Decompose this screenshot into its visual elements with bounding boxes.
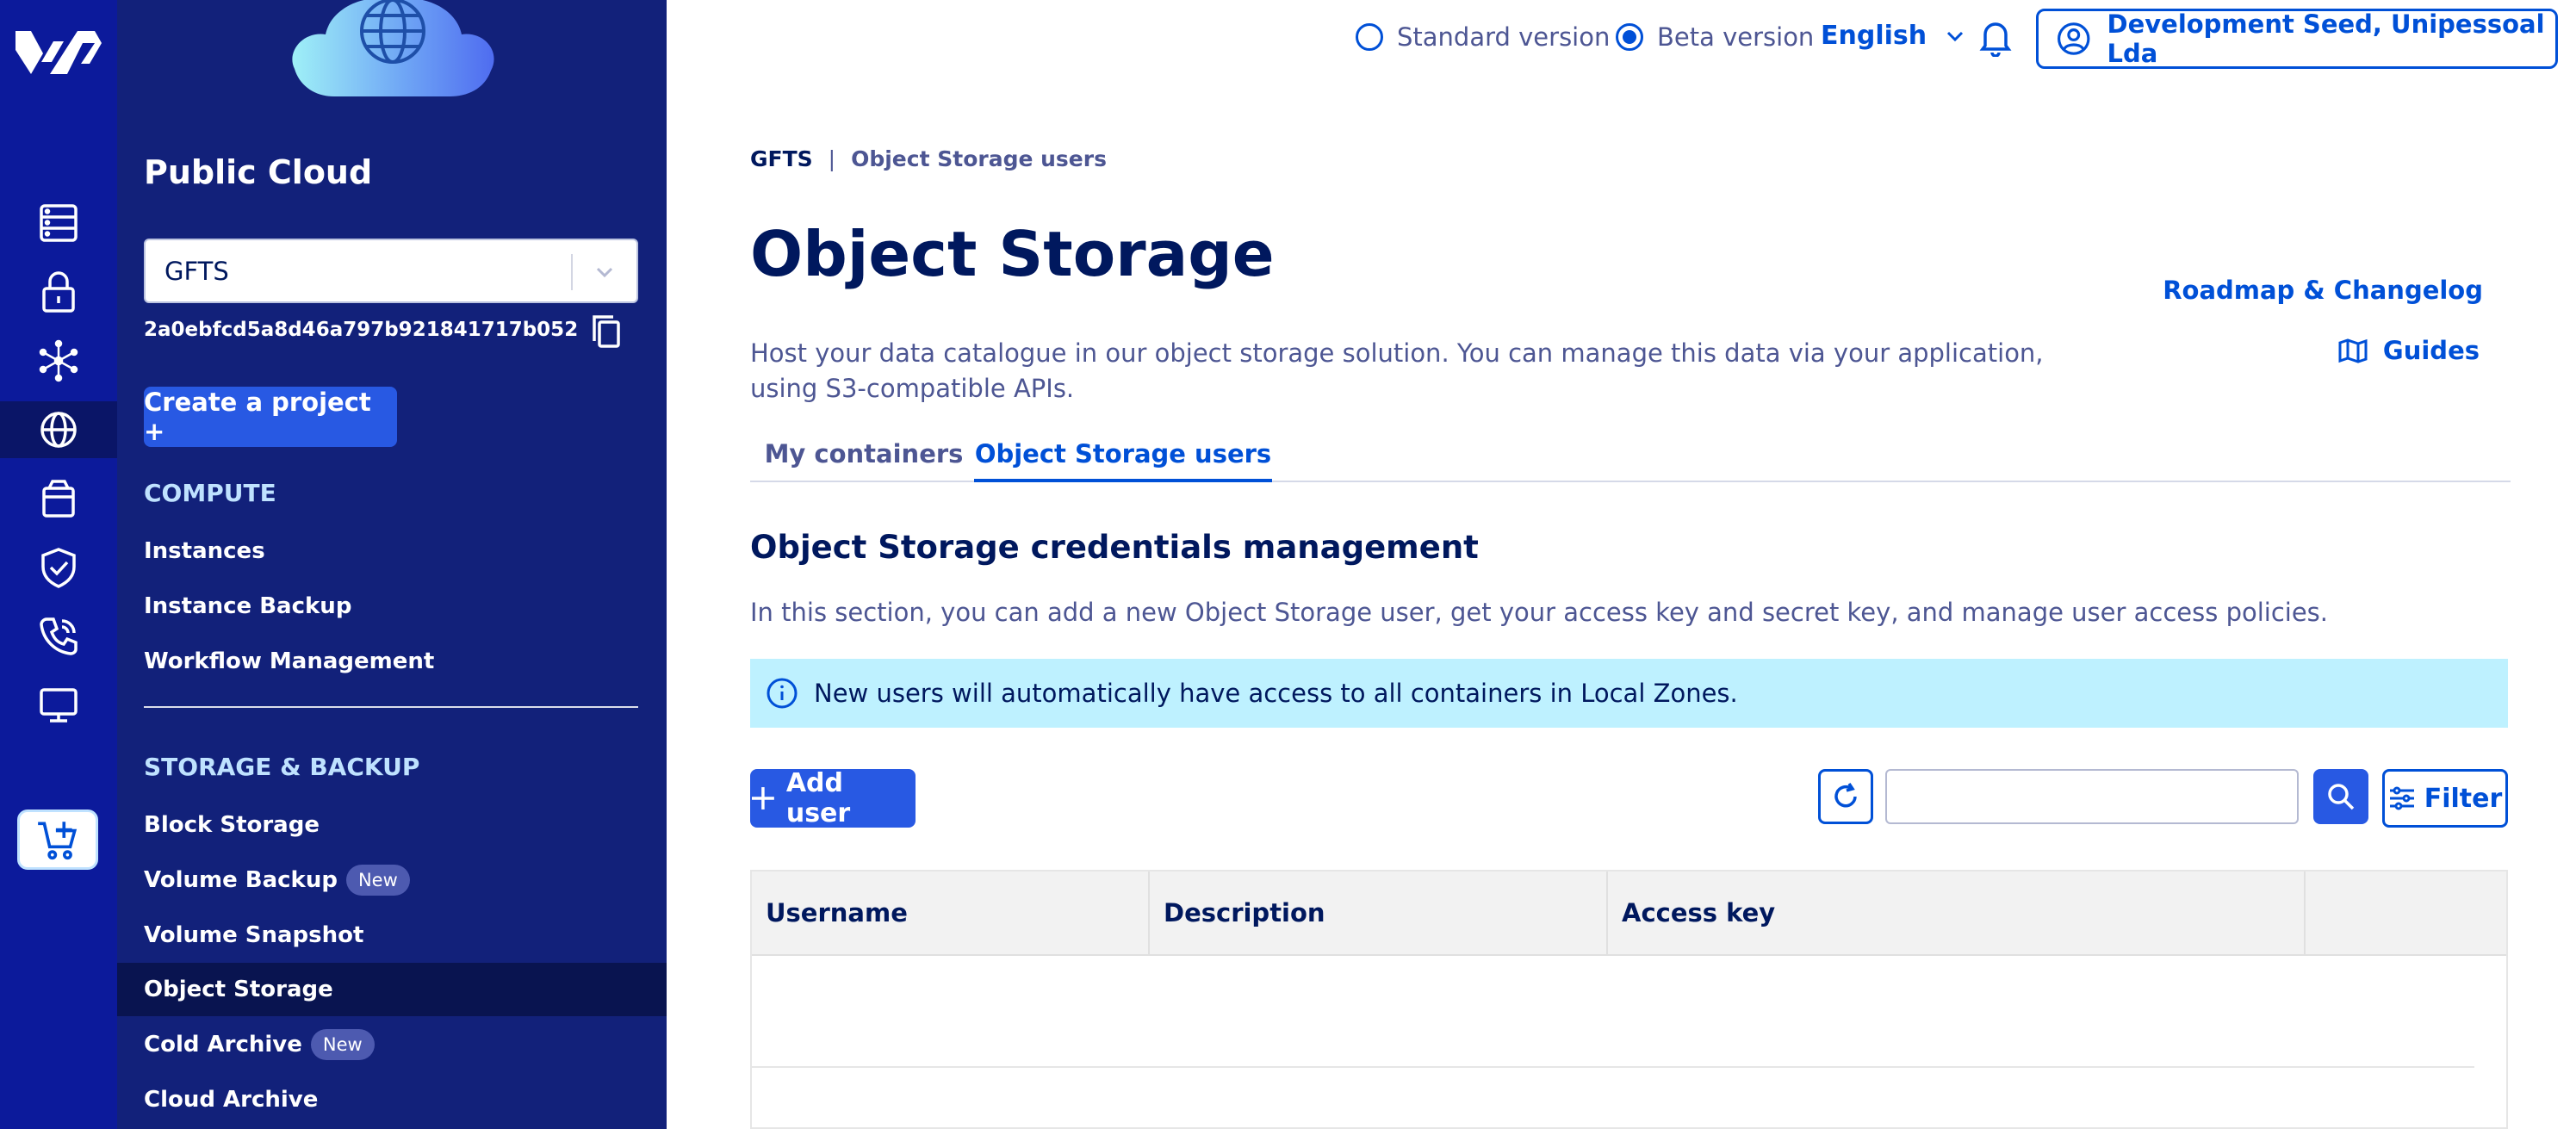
lock-icon bbox=[42, 271, 75, 313]
monitor-icon bbox=[40, 688, 78, 723]
create-project-button[interactable]: Create a project + bbox=[144, 387, 397, 447]
table-row-divider bbox=[752, 1066, 2474, 1068]
section-description: In this section, you can add a new Objec… bbox=[750, 598, 2329, 627]
rail-item-telecom[interactable] bbox=[0, 608, 117, 665]
project-select[interactable]: GFTS bbox=[144, 239, 638, 303]
tab-my-containers[interactable]: My containers bbox=[750, 439, 978, 482]
project-select-value: GFTS bbox=[164, 256, 229, 286]
sidebar-section-compute: COMPUTE bbox=[144, 479, 276, 507]
rail-item-lock[interactable] bbox=[0, 264, 117, 320]
copy-icon[interactable] bbox=[589, 313, 624, 350]
tab-bar: My containers Object Storage users bbox=[750, 439, 2511, 482]
sidebar-item-block-storage[interactable]: Block Storage bbox=[117, 798, 667, 852]
page-title: Object Storage bbox=[750, 218, 1275, 290]
sidebar-title: Public Cloud bbox=[144, 153, 373, 191]
info-message: New users will automatically have access… bbox=[814, 679, 1738, 708]
add-user-label: Add user bbox=[785, 768, 851, 828]
breadcrumb-current: Object Storage users bbox=[851, 146, 1107, 171]
refresh-icon bbox=[1834, 783, 1857, 808]
rail-item-public-cloud[interactable] bbox=[0, 401, 117, 458]
shield-icon bbox=[41, 548, 76, 588]
sidebar-item-object-storage[interactable]: Object Storage bbox=[117, 963, 667, 1016]
users-table: Username Description Access key bbox=[750, 870, 2508, 1129]
globe-icon bbox=[40, 412, 77, 448]
package-icon bbox=[42, 480, 75, 518]
sidebar-item-label: Block Storage bbox=[144, 812, 320, 838]
sidebar-item-label: Object Storage bbox=[144, 977, 333, 1002]
sidebar-item-label: Cold Archive bbox=[144, 1032, 302, 1058]
sidebar-item-instance-backup[interactable]: Instance Backup bbox=[117, 580, 667, 633]
bare-metal-icon bbox=[40, 204, 78, 242]
filter-sliders-icon bbox=[2389, 786, 2414, 810]
section-title: Object Storage credentials management bbox=[750, 529, 1479, 566]
refresh-button[interactable] bbox=[1818, 769, 1873, 824]
project-id: 2a0ebfcd5a8d46a797b921841717b052 bbox=[144, 319, 579, 341]
chevron-down-icon bbox=[596, 267, 613, 278]
column-header-actions bbox=[2306, 872, 2506, 954]
guides-link[interactable]: Guides bbox=[2338, 336, 2480, 365]
table-header: Username Description Access key bbox=[752, 872, 2506, 956]
breadcrumb: GFTS | Object Storage users bbox=[750, 146, 1107, 171]
plus-icon bbox=[751, 787, 774, 810]
add-user-button[interactable]: Add user bbox=[750, 768, 916, 828]
main-content: GFTS | Object Storage users Object Stora… bbox=[750, 0, 2511, 1129]
tab-object-storage-users[interactable]: Object Storage users bbox=[974, 439, 1272, 482]
sidebar-item-label: Volume Snapshot bbox=[144, 922, 364, 948]
rail-item-hosted-private-cloud[interactable] bbox=[0, 677, 117, 734]
filter-button[interactable]: Filter bbox=[2382, 769, 2508, 828]
sidebar-item-label: Volume Backup bbox=[144, 867, 338, 893]
public-cloud-globe-icon bbox=[292, 0, 494, 96]
new-badge: New bbox=[345, 865, 410, 896]
column-header-access-key[interactable]: Access key bbox=[1608, 872, 2306, 954]
rail-item-network[interactable] bbox=[0, 332, 117, 389]
search-button[interactable] bbox=[2313, 769, 2368, 824]
rail-item-security[interactable] bbox=[0, 539, 117, 596]
page-description: Host your data catalogue in our object s… bbox=[750, 338, 2044, 403]
sidebar-item-cloud-archive[interactable]: Cloud Archive bbox=[117, 1073, 667, 1126]
sidebar-item-workflow-management[interactable]: Workflow Management bbox=[117, 635, 667, 688]
network-icon bbox=[39, 339, 78, 382]
sidebar-item-volume-snapshot[interactable]: Volume Snapshot bbox=[117, 909, 667, 962]
sidebar-item-instances[interactable]: Instances bbox=[117, 524, 667, 578]
info-banner: New users will automatically have access… bbox=[750, 659, 2508, 728]
sidebar-item-label: Instances bbox=[144, 538, 265, 564]
sidebar-item-label: Workflow Management bbox=[144, 648, 435, 674]
sidebar-section-storage: STORAGE & BACKUP bbox=[144, 753, 420, 781]
search-icon bbox=[2328, 784, 2355, 810]
sidebar: Public Cloud GFTS 2a0ebfcd5a8d46a797b921… bbox=[117, 0, 667, 1129]
sidebar-item-label: Cloud Archive bbox=[144, 1087, 319, 1113]
sidebar-item-volume-backup[interactable]: Volume Backup New bbox=[117, 853, 667, 907]
search-input[interactable] bbox=[1885, 769, 2299, 824]
cart-plus-icon bbox=[38, 822, 78, 860]
filter-label: Filter bbox=[2424, 783, 2503, 814]
phone-icon bbox=[40, 617, 78, 655]
breadcrumb-root-link[interactable]: GFTS bbox=[750, 146, 813, 171]
rail-item-bare-metal[interactable] bbox=[0, 195, 117, 251]
new-badge: New bbox=[310, 1029, 375, 1060]
sidebar-item-cold-archive[interactable]: Cold Archive New bbox=[117, 1018, 667, 1071]
breadcrumb-separator: | bbox=[828, 146, 836, 171]
ovh-logo-icon[interactable] bbox=[12, 24, 105, 81]
map-book-icon bbox=[2338, 338, 2368, 363]
rail-item-order[interactable] bbox=[17, 810, 98, 870]
column-header-description[interactable]: Description bbox=[1150, 872, 1608, 954]
sidebar-item-label: Instance Backup bbox=[144, 593, 352, 619]
sidebar-divider bbox=[144, 706, 638, 708]
icon-rail bbox=[0, 0, 117, 1129]
info-icon bbox=[767, 678, 798, 709]
column-header-username[interactable]: Username bbox=[752, 872, 1150, 954]
select-divider bbox=[571, 254, 573, 290]
guides-label: Guides bbox=[2382, 336, 2480, 365]
roadmap-changelog-link[interactable]: Roadmap & Changelog bbox=[2163, 276, 2483, 305]
rail-item-package[interactable] bbox=[0, 470, 117, 527]
